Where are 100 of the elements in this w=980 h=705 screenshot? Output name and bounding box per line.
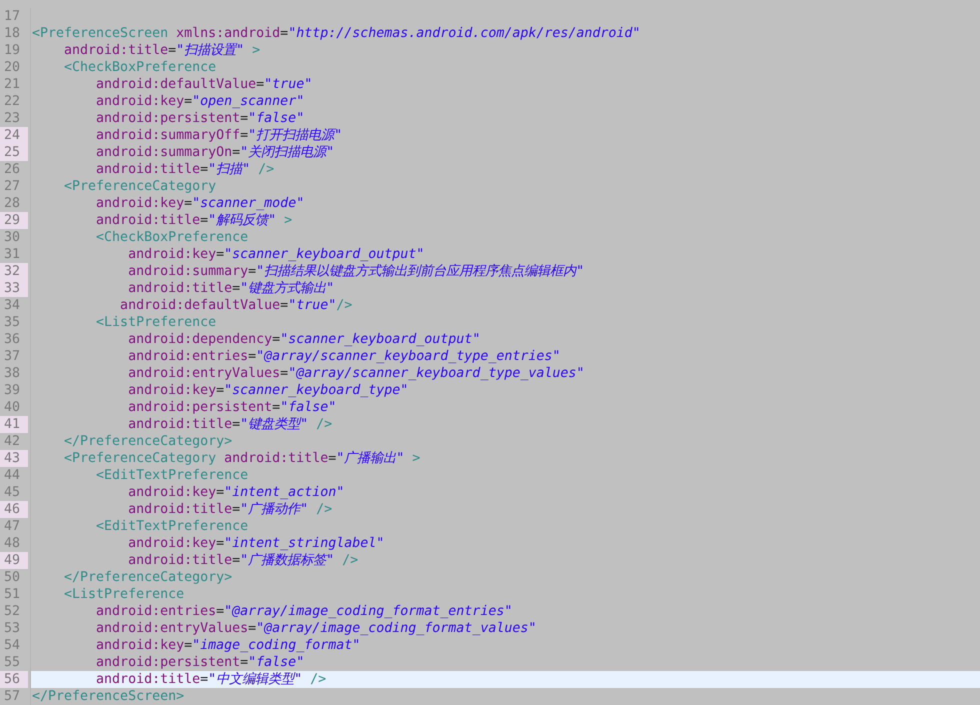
equals-sign: = [328,451,336,466]
attribute-value: "image_coding_format" [192,638,360,653]
attribute-value: "http://schemas.android.com/apk/res/android" [288,26,640,41]
equals-sign: = [248,264,256,279]
xml-tag: <ListPreference [32,587,184,602]
attribute-value: "广播输出" [336,451,404,466]
line-number: 22 [3,93,22,110]
attribute-value: "解码反馈" [208,213,276,228]
attribute-name: android:title [127,553,232,568]
line-number: 51 [3,586,22,603]
line-number: 38 [3,365,22,382]
attribute-value: "false" [280,400,336,415]
xml-tag: </PreferenceCategory> [32,570,232,585]
line-number: 35 [3,314,22,331]
xml-tag: > [404,451,420,466]
attribute-value: "@array/scanner_keyboard_type_values" [288,366,584,381]
attribute-name: android:title [127,502,232,517]
line-number: 42 [3,433,22,450]
line-number: 29 [0,212,28,229]
xml-tag: <EditTextPreference [32,468,248,483]
line-number: 45 [3,484,22,501]
attribute-value: "键盘方式输出" [240,281,334,296]
equals-sign: = [240,111,248,126]
attribute-name: android:title [95,162,200,177]
equals-sign: = [168,43,176,58]
xml-tag: /> [302,672,326,687]
equals-sign: = [216,536,224,551]
attribute-name: android:entries [95,604,216,619]
equals-sign: = [240,655,248,670]
attribute-name: android:persistent [95,111,240,126]
attribute-name: android:title [127,417,232,432]
xml-tag: /> [334,553,358,568]
attribute-name: android:key [127,485,216,500]
equals-sign: = [232,553,240,568]
line-number: 57 [3,688,22,705]
line-number: 43 [0,450,28,467]
attribute-name: android:summary [127,264,248,279]
line-number: 52 [3,603,22,620]
line-number: 19 [3,42,22,59]
line-number: 28 [3,195,22,212]
attribute-name: android:title [63,43,168,58]
equals-sign: = [232,417,240,432]
equals-sign: = [232,502,240,517]
xml-tag: <CheckBoxPreference [32,230,248,245]
line-number: 33 [0,280,28,297]
line-number: 49 [0,552,28,569]
line-number: 26 [3,161,22,178]
line-number: 21 [3,76,22,93]
xml-tag: </PreferenceScreen> [32,689,184,704]
equals-sign: = [232,281,240,296]
xml-tag: /> [336,298,352,313]
attribute-value: "键盘类型" [240,417,308,432]
equals-sign: = [216,247,224,262]
attribute-name: android:summaryOff [95,128,240,143]
xml-tag: <EditTextPreference [32,519,248,534]
attribute-value: "@array/scanner_keyboard_type_entries" [256,349,560,364]
equals-sign: = [200,672,208,687]
attribute-value: "scanner_keyboard_type" [224,383,408,398]
xml-tag: > [244,43,260,58]
equals-sign: = [232,145,240,160]
line-number: 48 [3,535,22,552]
line-number: 32 [0,263,28,280]
attribute-name: android:persistent [95,655,240,670]
equals-sign: = [200,213,208,228]
equals-sign: = [280,298,288,313]
attribute-value: "false" [248,111,304,126]
line-number: 34 [3,297,22,314]
attribute-value: "广播数据标签" [240,553,334,568]
line-number: 37 [3,348,22,365]
attribute-value: "intent_action" [224,485,344,500]
line-number: 36 [3,331,22,348]
line-number: 53 [3,620,22,637]
attribute-value: "广播动作" [240,502,308,517]
attribute-value: "true" [264,77,312,92]
line-number: 55 [3,654,22,671]
equals-sign: = [248,349,256,364]
equals-sign: = [256,77,264,92]
attribute-name: xmlns:android [175,26,280,41]
attribute-name: android:entryValues [127,366,280,381]
xml-tag: /> [308,502,332,517]
attribute-name: android:defaultValue [95,77,256,92]
attribute-name: android:key [127,536,216,551]
attribute-name: android:key [95,638,184,653]
code-editor[interactable] [0,0,980,705]
xml-tag: > [276,213,292,228]
attribute-value: "scanner_mode" [192,196,304,211]
xml-tag: <PreferenceCategory [32,451,216,466]
xml-tag: <PreferenceScreen [32,26,168,41]
equals-sign: = [200,162,208,177]
attribute-value: "open_scanner" [192,94,304,109]
attribute-name: android:entryValues [95,621,248,636]
line-number: 40 [3,399,22,416]
equals-sign: = [216,604,224,619]
attribute-value: "true" [288,298,336,313]
attribute-value: "intent_stringlabel" [224,536,384,551]
xml-tag: <PreferenceCategory [32,179,216,194]
line-number: 24 [0,127,28,144]
attribute-name: android:title [95,672,200,687]
xml-tag: <ListPreference [32,315,216,330]
line-number: 23 [3,110,22,127]
